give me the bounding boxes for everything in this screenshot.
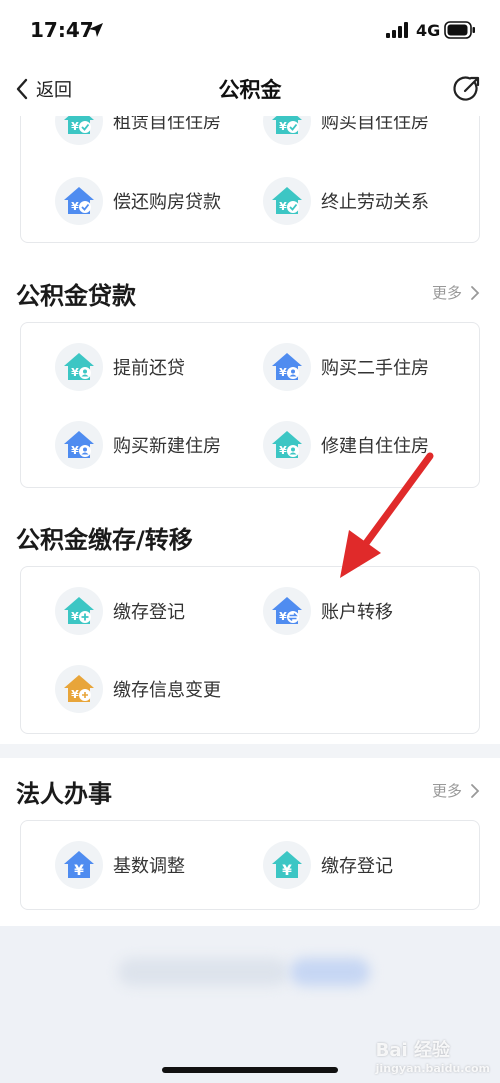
svg-text:¥: ¥ <box>282 863 292 879</box>
corporate-more-link[interactable]: 更多 <box>432 780 480 801</box>
house-yuan-icon: ¥ <box>55 841 103 889</box>
svg-text:¥: ¥ <box>279 200 287 213</box>
svg-text:¥: ¥ <box>279 444 287 457</box>
service-label: 购买自住住房 <box>321 116 429 133</box>
svg-text:¥: ¥ <box>74 863 84 879</box>
chevron-left-icon <box>16 78 28 100</box>
svg-text:¥: ¥ <box>71 610 79 623</box>
house-person-icon: ¥ <box>263 421 311 469</box>
blurred-text <box>118 958 288 986</box>
service-item[interactable]: ¥ 缴存登记 <box>55 587 185 635</box>
service-item[interactable]: ¥ 缴存登记 <box>263 841 393 889</box>
cellular-signal-icon <box>386 22 408 38</box>
service-label: 缴存信息变更 <box>113 680 221 701</box>
svg-text:¥: ¥ <box>279 366 287 379</box>
svg-text:¥: ¥ <box>71 366 79 379</box>
more-label: 更多 <box>431 284 462 302</box>
more-label: 更多 <box>431 782 462 800</box>
svg-text:¥: ¥ <box>71 200 79 213</box>
chevron-right-icon <box>471 285 480 300</box>
service-item[interactable]: ¥ 租赁自住住房 <box>55 116 221 145</box>
service-item[interactable]: ¥ 缴存信息变更 <box>55 665 221 713</box>
svg-text:¥: ¥ <box>71 688 79 701</box>
house-check-icon: ¥ <box>263 177 311 225</box>
service-label: 缴存登记 <box>113 602 185 623</box>
service-label: 缴存登记 <box>321 856 393 877</box>
status-time: 17:47 <box>30 18 94 42</box>
service-label: 租赁自住住房 <box>113 116 221 133</box>
service-label: 购买二手住房 <box>321 358 429 379</box>
svg-text:¥: ¥ <box>279 120 287 133</box>
home-indicator[interactable] <box>162 1067 338 1073</box>
house-person-icon: ¥ <box>263 343 311 391</box>
withdraw-card: ¥ 租赁自住住房 ¥ 购买自住住房 ¥ 偿还购房贷款 ¥ 终止劳动关系 <box>20 116 480 243</box>
chevron-right-icon <box>471 783 480 798</box>
content-scroll[interactable]: ¥ 租赁自住住房 ¥ 购买自住住房 ¥ 偿还购房贷款 ¥ 终止劳动关系 公积金贷… <box>0 116 500 1083</box>
house-plus-icon: ¥ <box>55 587 103 635</box>
section-title-loan: 公积金贷款 <box>16 282 136 310</box>
watermark-url: jingyan.baidu.com <box>375 1062 490 1075</box>
svg-text:¥: ¥ <box>279 610 287 623</box>
house-check-icon: ¥ <box>55 116 103 145</box>
house-check-icon: ¥ <box>55 177 103 225</box>
service-item[interactable]: ¥ 提前还贷 <box>55 343 185 391</box>
blurred-link[interactable] <box>290 958 370 986</box>
loan-card: ¥ 提前还贷 ¥ 购买二手住房 ¥ 购买新建住房 ¥ 修建自住住房 <box>20 322 480 488</box>
service-label: 修建自住住房 <box>321 436 429 457</box>
service-item[interactable]: ¥ 终止劳动关系 <box>263 177 429 225</box>
navigation-bar: 返回 公积金 <box>0 62 500 116</box>
network-type: 4G <box>416 21 441 40</box>
service-item[interactable]: ¥ 基数调整 <box>55 841 185 889</box>
service-item[interactable]: ¥ 修建自住住房 <box>263 421 429 469</box>
service-item[interactable]: ¥ 账户转移 <box>263 587 393 635</box>
service-item[interactable]: ¥ 购买自住住房 <box>263 116 429 145</box>
loan-more-link[interactable]: 更多 <box>432 282 480 303</box>
house-person-icon: ¥ <box>55 343 103 391</box>
svg-text:¥: ¥ <box>71 120 79 133</box>
share-icon[interactable] <box>452 74 482 104</box>
svg-text:¥: ¥ <box>71 444 79 457</box>
battery-icon <box>444 21 475 39</box>
location-arrow-icon <box>89 23 103 37</box>
house-edit-icon: ¥ <box>55 665 103 713</box>
service-label: 账户转移 <box>321 602 393 623</box>
service-label: 终止劳动关系 <box>321 192 429 213</box>
service-label: 提前还贷 <box>113 358 185 379</box>
status-bar: 17:47 4G <box>0 0 500 62</box>
page-title: 公积金 <box>218 78 282 102</box>
back-label: 返回 <box>36 80 72 101</box>
watermark-brand: Bai 经验 <box>375 1040 450 1061</box>
deposit-card: ¥ 缴存登记 ¥ 账户转移 ¥ 缴存信息变更 <box>20 566 480 734</box>
service-label: 基数调整 <box>113 856 185 877</box>
service-item[interactable]: ¥ 偿还购房贷款 <box>55 177 221 225</box>
house-transfer-icon: ¥ <box>263 587 311 635</box>
section-divider <box>0 744 500 758</box>
service-label: 购买新建住房 <box>113 436 221 457</box>
corporate-card: ¥ 基数调整 ¥ 缴存登记 <box>20 820 480 910</box>
service-item[interactable]: ¥ 购买新建住房 <box>55 421 221 469</box>
house-check-icon: ¥ <box>263 116 311 145</box>
section-title-corporate: 法人办事 <box>16 780 112 808</box>
service-label: 偿还购房贷款 <box>113 192 221 213</box>
section-title-deposit: 公积金缴存/转移 <box>16 526 193 554</box>
back-button[interactable]: 返回 <box>14 74 72 104</box>
watermark: Bai 经验 jingyan.baidu.com <box>376 1036 490 1075</box>
service-item[interactable]: ¥ 购买二手住房 <box>263 343 429 391</box>
house-yuan-icon: ¥ <box>263 841 311 889</box>
house-person-icon: ¥ <box>55 421 103 469</box>
